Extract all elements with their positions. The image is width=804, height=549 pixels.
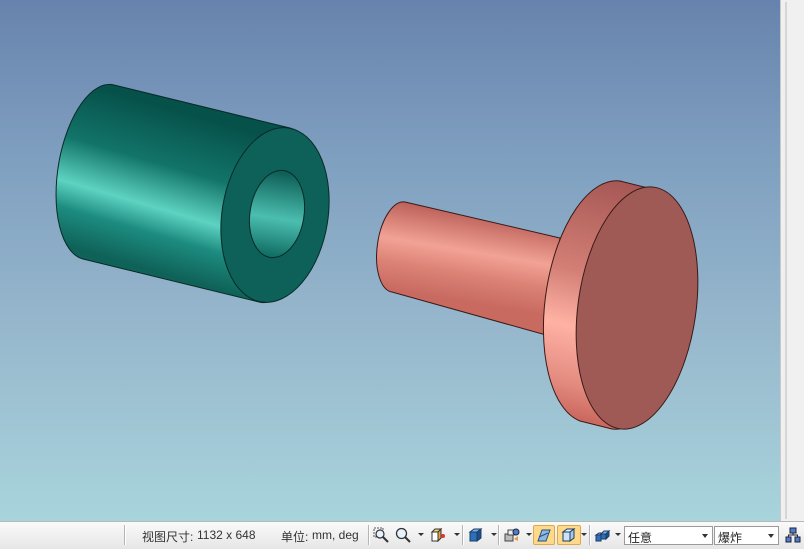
section-plane-icon [537, 529, 551, 542]
status-bar: 视图尺寸: 1132 x 648 单位: mm, deg 任意 爆炸 [0, 521, 804, 549]
status-divider [124, 525, 125, 545]
toolbar-divider [462, 525, 463, 545]
3d-viewport[interactable] [0, 0, 780, 521]
orientation-select[interactable]: 任意 [624, 526, 713, 545]
shaded-box-icon [468, 528, 483, 542]
view-size-label: 视图尺寸: [142, 530, 194, 544]
view-dropdown-arrow[interactable] [454, 533, 460, 536]
toolbar-divider [589, 525, 590, 545]
mode-chevron-icon [768, 534, 774, 538]
orientation-value: 任意 [628, 531, 653, 545]
scrollbar-track [785, 2, 787, 519]
zoom-fit-icon [373, 527, 389, 543]
assembly-tree-icon [785, 527, 800, 543]
zoom-dropdown-arrow[interactable] [418, 533, 424, 536]
render-mode-icon [504, 528, 520, 542]
shaded-dropdown-arrow[interactable] [491, 533, 497, 536]
view-orientation-button[interactable] [427, 525, 449, 545]
display-style-icon [594, 529, 611, 542]
zoom-button[interactable] [393, 525, 413, 545]
display-dropdown-arrow[interactable] [581, 533, 587, 536]
wireframe-box-icon [561, 528, 576, 542]
zoom-fit-button[interactable] [371, 525, 391, 545]
vertical-scrollbar[interactable] [780, 0, 804, 521]
view-size-value: 1132 x 648 [197, 528, 256, 542]
status-divider [368, 525, 369, 545]
display-mode-button[interactable] [557, 525, 581, 545]
orientation-chevron-icon [702, 534, 708, 538]
style-dropdown-arrow[interactable] [615, 533, 621, 536]
units-label: 单位: [281, 530, 309, 544]
sleeve-part[interactable] [55, 83, 341, 310]
assembly-tree-button[interactable] [783, 525, 802, 545]
model-scene[interactable] [0, 0, 780, 521]
mode-select[interactable]: 爆炸 [714, 526, 779, 545]
view-cube-icon [430, 527, 445, 543]
pin-part[interactable] [376, 179, 713, 437]
mode-value: 爆炸 [718, 531, 743, 545]
units-value: mm, deg [312, 528, 359, 542]
display-style-button[interactable] [592, 525, 614, 545]
render-mode-button[interactable] [501, 525, 523, 545]
zoom-icon [395, 527, 411, 543]
toolbar-divider [498, 525, 499, 545]
shaded-view-button[interactable] [465, 525, 487, 545]
section-plane-button[interactable] [533, 525, 555, 545]
render-dropdown-arrow[interactable] [526, 533, 532, 536]
